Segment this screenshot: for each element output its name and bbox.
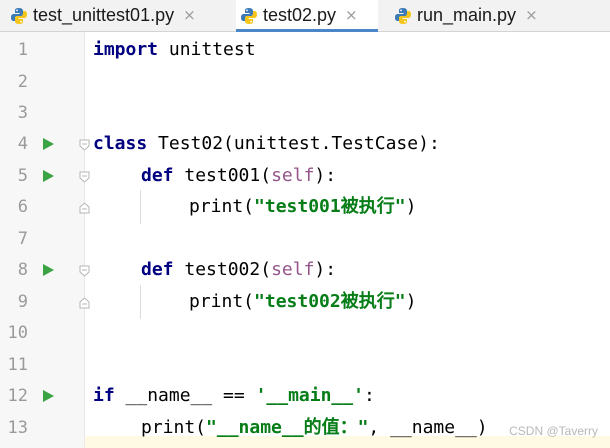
string-literal: '__main__' <box>255 385 364 406</box>
line-number: 11 <box>7 355 28 375</box>
code-line-1[interactable]: import unittest <box>93 39 256 61</box>
fold-open-icon[interactable] <box>79 139 90 151</box>
indent-guide <box>140 190 141 224</box>
fold-end-icon[interactable] <box>79 297 90 309</box>
line-number: 12 <box>7 386 28 406</box>
indent-guide <box>140 285 141 319</box>
code-text: print( <box>141 417 207 438</box>
run-triangle-icon[interactable] <box>43 390 54 402</box>
code-text: test002( <box>173 259 272 280</box>
self-param: self <box>271 165 315 186</box>
fold-open-icon[interactable] <box>79 265 90 277</box>
run-triangle-icon[interactable] <box>43 138 54 150</box>
run-triangle-icon[interactable] <box>43 170 54 182</box>
keyword: def <box>141 259 174 280</box>
close-icon[interactable]: × <box>525 8 538 23</box>
line-number: 9 <box>17 292 28 312</box>
gutter-divider <box>84 32 85 448</box>
self-param: self <box>271 259 315 280</box>
code-text: ): <box>314 165 337 186</box>
code-line-9[interactable]: print("test002被执行") <box>189 291 416 313</box>
tab-label: test02.py <box>263 5 337 25</box>
line-number: 13 <box>7 418 28 438</box>
code-line-13[interactable]: print("__name__的值：", __name__) <box>141 417 488 439</box>
run-triangle-icon[interactable] <box>43 264 54 276</box>
tab-test-unittest01[interactable]: test_unittest01.py × <box>10 0 225 31</box>
line-number: 3 <box>17 103 28 123</box>
line-number: 5 <box>17 166 28 186</box>
python-file-icon <box>395 7 411 24</box>
code-text: print( <box>189 196 255 217</box>
code-text: __name__ == <box>114 385 256 406</box>
fold-end-icon[interactable] <box>79 202 90 214</box>
code-line-5[interactable]: def test001(self): <box>141 165 336 187</box>
code-text: test001( <box>173 165 272 186</box>
keyword: if <box>93 385 115 406</box>
line-number: 10 <box>7 323 28 343</box>
close-icon[interactable]: × <box>183 8 196 23</box>
string-literal: "test002被执行" <box>254 291 406 312</box>
line-number: 8 <box>17 260 28 280</box>
tab-label: test_unittest01.py <box>33 5 175 25</box>
close-icon[interactable]: × <box>345 8 358 23</box>
code-text: : <box>363 385 375 406</box>
code-text: ): <box>314 259 337 280</box>
line-number: 2 <box>17 72 28 92</box>
code-line-4[interactable]: class Test02(unittest.TestCase): <box>93 133 440 155</box>
code-text: Test02(unittest.TestCase): <box>147 133 440 154</box>
tab-run-main[interactable]: run_main.py × <box>394 0 554 31</box>
code-text: print( <box>189 291 255 312</box>
string-literal: "test001被执行" <box>254 196 406 217</box>
line-number: 1 <box>17 40 28 60</box>
code-text: ) <box>405 291 417 312</box>
line-number: 6 <box>17 197 28 217</box>
tab-test02[interactable]: test02.py × <box>236 0 378 32</box>
code-line-6[interactable]: print("test001被执行") <box>189 196 416 218</box>
code-line-8[interactable]: def test002(self): <box>141 259 336 281</box>
watermark: CSDN @Taverry <box>509 424 598 438</box>
code-text: , __name__) <box>368 417 488 438</box>
editor-tab-bar: test_unittest01.py × test02.py × run_mai… <box>0 0 610 32</box>
line-number: 4 <box>17 134 28 154</box>
keyword: import <box>93 39 159 60</box>
keyword: def <box>141 165 174 186</box>
line-number: 7 <box>17 229 28 249</box>
code-line-12[interactable]: if __name__ == '__main__': <box>93 385 375 407</box>
fold-open-icon[interactable] <box>79 171 90 183</box>
code-text: ) <box>405 196 417 217</box>
python-file-icon <box>241 7 257 24</box>
tab-label: run_main.py <box>417 5 517 25</box>
code-text: unittest <box>158 39 256 60</box>
python-file-icon <box>11 7 27 24</box>
string-literal: "__name__的值：" <box>206 417 369 438</box>
keyword: class <box>93 133 148 154</box>
